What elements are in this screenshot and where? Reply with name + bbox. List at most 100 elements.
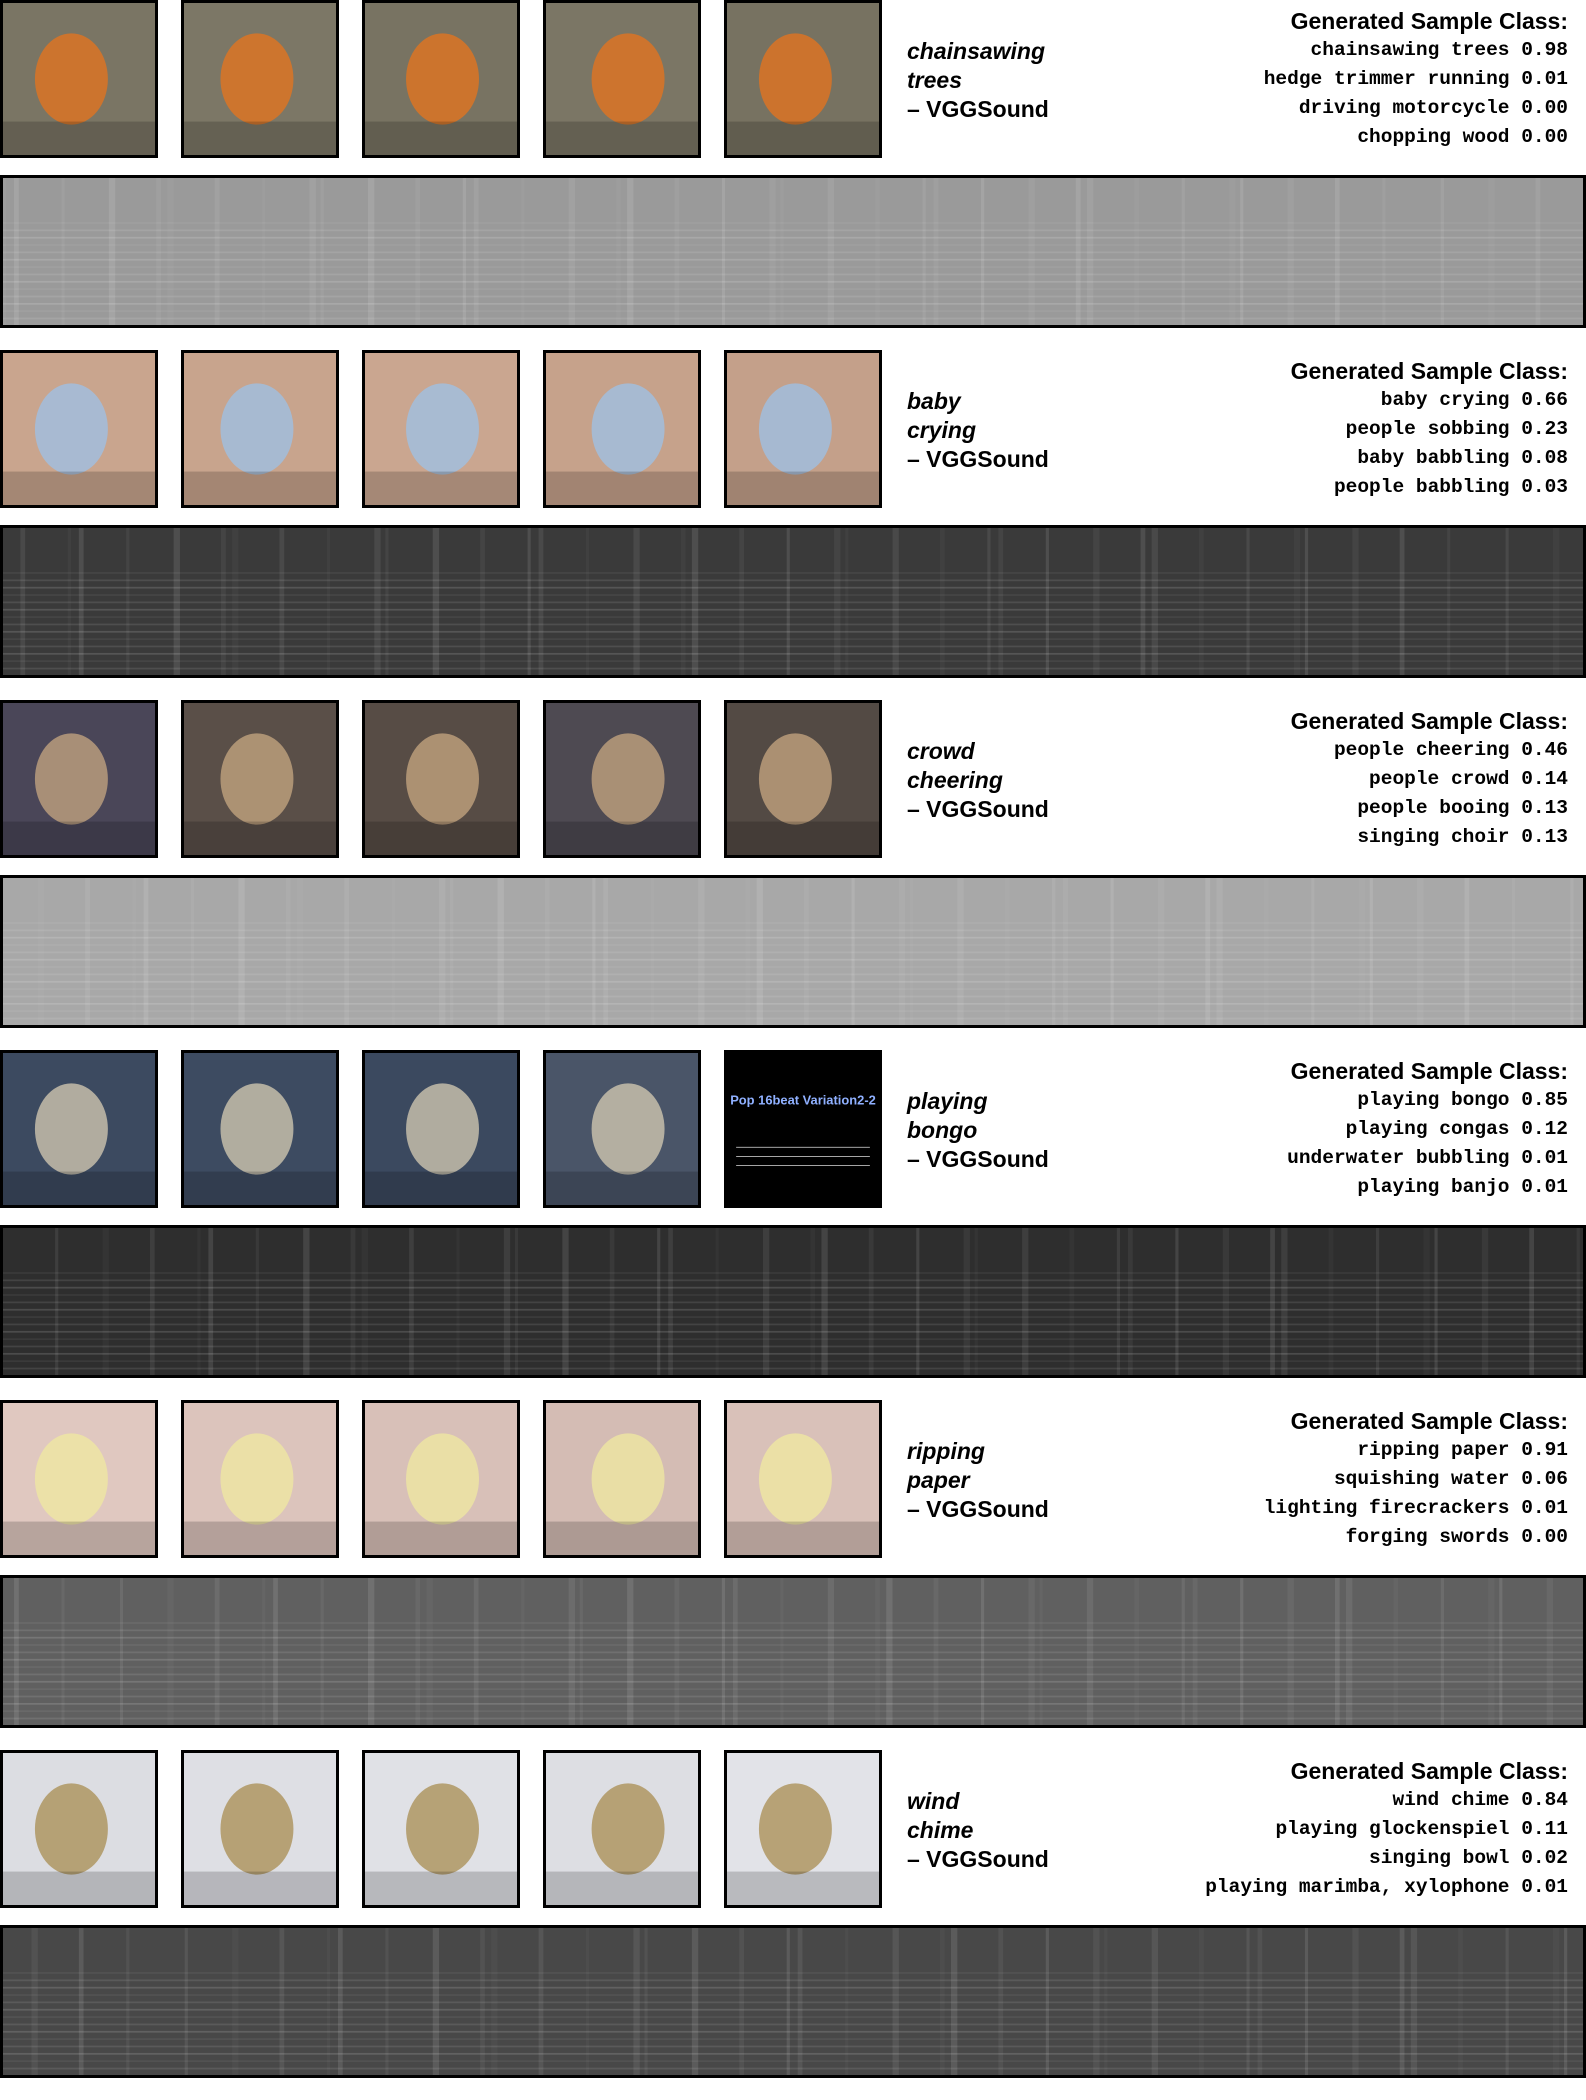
prediction-score: 0.23 — [1521, 418, 1568, 440]
prediction-label: hedge trimmer running — [1263, 68, 1510, 90]
video-frame — [181, 350, 339, 508]
video-frame — [362, 0, 520, 158]
prediction-list: Generated Sample Class: people cheering 0… — [1291, 707, 1568, 852]
prediction-score: 0.06 — [1521, 1468, 1568, 1490]
prediction-row: underwater bubbling 0.01 — [1287, 1144, 1568, 1173]
caption-word: trees — [907, 67, 962, 93]
caption-word: chime — [907, 1817, 974, 1843]
prediction-list: Generated Sample Class: playing bongo 0.8… — [1287, 1057, 1568, 1202]
dataset-label: – VGGSound — [907, 1146, 1049, 1172]
prediction-score: 0.01 — [1521, 1497, 1568, 1519]
video-frame: Pop 16beat Variation2-2 — [724, 1050, 882, 1208]
caption-word: baby — [907, 388, 961, 414]
video-frame — [181, 700, 339, 858]
prediction-score: 0.08 — [1521, 447, 1568, 469]
class-caption: playing bongo – VGGSound — [907, 1087, 1049, 1174]
prediction-row: playing marimba, xylophone 0.01 — [1205, 1873, 1568, 1902]
class-caption: chainsawing trees – VGGSound — [907, 37, 1049, 124]
video-frame — [181, 0, 339, 158]
prediction-row: playing congas 0.12 — [1287, 1115, 1568, 1144]
prediction-header: Generated Sample Class: — [1290, 8, 1568, 34]
prediction-label: chopping wood — [1357, 126, 1510, 148]
example-block: crowd cheering – VGGSound Generated Sample … — [0, 700, 1586, 1050]
spectrogram — [0, 1925, 1586, 2078]
prediction-score: 0.14 — [1521, 768, 1568, 790]
video-frame — [543, 350, 701, 508]
video-frame — [0, 700, 158, 858]
dataset-label: – VGGSound — [907, 1846, 1049, 1872]
example-block: chainsawing trees – VGGSound Generated Samp… — [0, 0, 1586, 350]
prediction-row: people sobbing 0.23 — [1291, 415, 1568, 444]
prediction-score: 0.02 — [1521, 1847, 1568, 1869]
prediction-label: underwater bubbling — [1287, 1147, 1510, 1169]
prediction-score: 0.66 — [1521, 389, 1568, 411]
prediction-score: 0.13 — [1521, 826, 1568, 848]
prediction-label: people booing — [1357, 797, 1510, 819]
prediction-list: Generated Sample Class: baby crying 0.66 p… — [1291, 357, 1568, 502]
prediction-label: singing bowl — [1369, 1847, 1510, 1869]
prediction-row: forging swords 0.00 — [1264, 1523, 1568, 1552]
class-caption: wind chime – VGGSound — [907, 1787, 1049, 1874]
video-frame — [724, 0, 882, 158]
prediction-row: people cheering 0.46 — [1291, 736, 1568, 765]
prediction-list: Generated Sample Class: wind chime 0.84 pl… — [1205, 1757, 1568, 1902]
caption-word: bongo — [907, 1117, 978, 1143]
prediction-label: playing congas — [1345, 1118, 1510, 1140]
prediction-score: 0.84 — [1521, 1789, 1568, 1811]
spectrogram — [0, 875, 1586, 1028]
prediction-score: 0.46 — [1521, 739, 1568, 761]
prediction-label: forging swords — [1345, 1526, 1510, 1548]
prediction-row: people babbling 0.03 — [1291, 473, 1568, 502]
video-frame — [0, 1750, 158, 1908]
video-frame — [0, 350, 158, 508]
prediction-row: chopping wood 0.00 — [1264, 123, 1568, 152]
prediction-score: 0.01 — [1521, 1876, 1568, 1898]
prediction-row: people crowd 0.14 — [1291, 765, 1568, 794]
prediction-row: people booing 0.13 — [1291, 794, 1568, 823]
prediction-header: Generated Sample Class: — [1290, 1758, 1568, 1784]
prediction-row: baby babbling 0.08 — [1291, 444, 1568, 473]
prediction-score: 0.00 — [1521, 1526, 1568, 1548]
example-block: ripping paper – VGGSound Generated Sample C… — [0, 1400, 1586, 1750]
prediction-label: baby babbling — [1357, 447, 1510, 469]
prediction-header: Generated Sample Class: — [1290, 1408, 1568, 1434]
video-frame — [0, 1400, 158, 1558]
prediction-label: people babbling — [1333, 476, 1510, 498]
prediction-label: playing banjo — [1357, 1176, 1510, 1198]
prediction-label: people crowd — [1369, 768, 1510, 790]
spectrogram — [0, 175, 1586, 328]
prediction-label: ripping paper — [1357, 1439, 1510, 1461]
prediction-row: chainsawing trees 0.98 — [1264, 36, 1568, 65]
video-frame — [362, 1400, 520, 1558]
prediction-label: playing bongo — [1357, 1089, 1510, 1111]
prediction-row: baby crying 0.66 — [1291, 386, 1568, 415]
video-frame — [724, 1400, 882, 1558]
video-frame — [362, 700, 520, 858]
class-caption: crowd cheering – VGGSound — [907, 737, 1049, 824]
prediction-header: Generated Sample Class: — [1290, 358, 1568, 384]
prediction-header: Generated Sample Class: — [1290, 1058, 1568, 1084]
prediction-score: 0.00 — [1521, 126, 1568, 148]
prediction-row: singing bowl 0.02 — [1205, 1844, 1568, 1873]
prediction-score: 0.01 — [1521, 1147, 1568, 1169]
spectrogram — [0, 1225, 1586, 1378]
prediction-label: singing choir — [1357, 826, 1510, 848]
video-frame — [724, 700, 882, 858]
prediction-label: driving motorcycle — [1298, 97, 1510, 119]
prediction-score: 0.85 — [1521, 1089, 1568, 1111]
dataset-label: – VGGSound — [907, 96, 1049, 122]
video-frame — [181, 1750, 339, 1908]
prediction-score: 0.98 — [1521, 39, 1568, 61]
caption-word: chainsawing — [907, 38, 1046, 64]
class-caption: ripping paper – VGGSound — [907, 1437, 1049, 1524]
prediction-label: people cheering — [1333, 739, 1510, 761]
prediction-score: 0.91 — [1521, 1439, 1568, 1461]
prediction-row: playing banjo 0.01 — [1287, 1173, 1568, 1202]
prediction-label: chainsawing trees — [1310, 39, 1510, 61]
prediction-label: playing glockenspiel — [1275, 1818, 1510, 1840]
prediction-row: hedge trimmer running 0.01 — [1264, 65, 1568, 94]
spectrogram — [0, 1575, 1586, 1728]
prediction-row: ripping paper 0.91 — [1264, 1436, 1568, 1465]
prediction-score: 0.11 — [1521, 1818, 1568, 1840]
prediction-label: wind chime — [1392, 1789, 1510, 1811]
